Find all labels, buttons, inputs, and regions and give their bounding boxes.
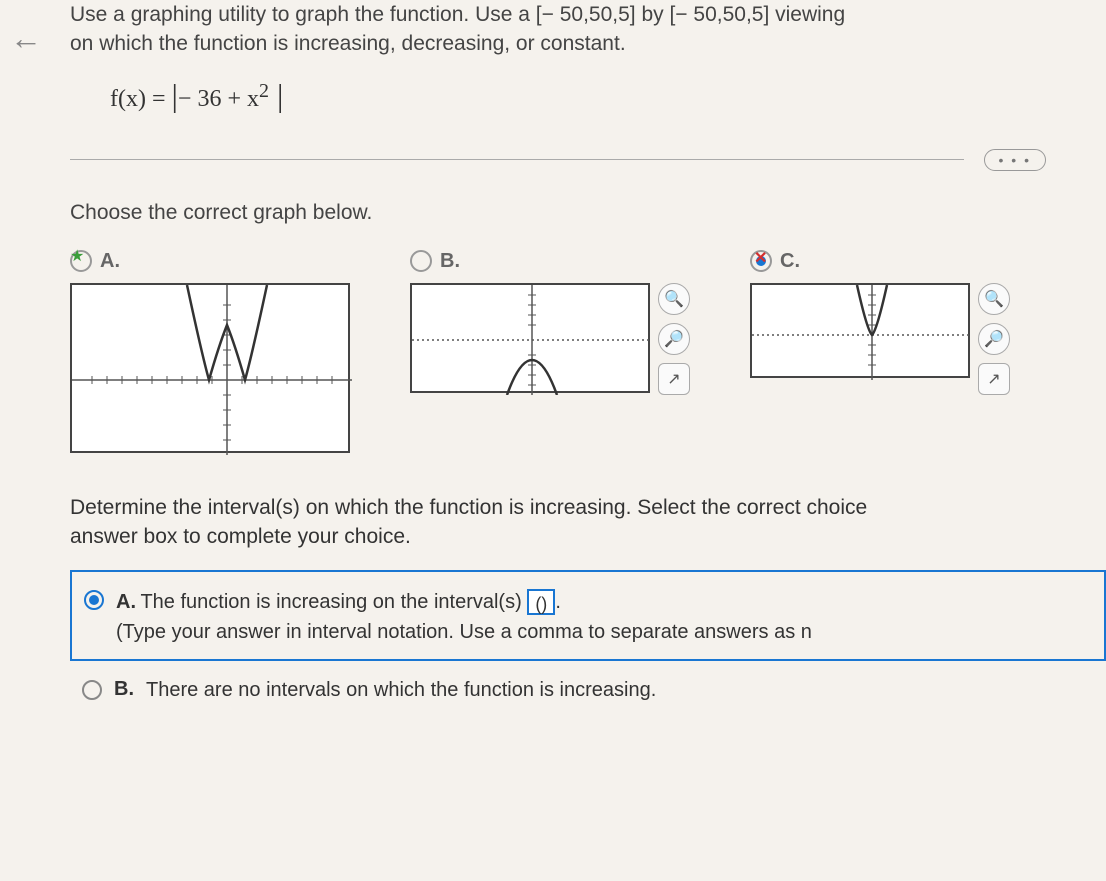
radio-c[interactable]: ✕ xyxy=(750,250,772,272)
choice-b-row[interactable]: B. There are no intervals on which the f… xyxy=(70,675,1106,705)
radio-a[interactable]: ★ xyxy=(70,250,92,272)
choice-a-text-post: . xyxy=(555,591,561,613)
divider: • • • xyxy=(70,149,1106,171)
radio-choice-a[interactable] xyxy=(84,590,104,610)
choice-a-text-pre: The function is increasing on the interv… xyxy=(140,591,527,613)
x-icon: ✕ xyxy=(754,248,767,268)
choice-a-row[interactable]: A. The function is increasing on the int… xyxy=(84,587,1092,644)
choice-b-letter: B. xyxy=(114,678,134,701)
choice-a-container: A. The function is increasing on the int… xyxy=(70,570,1106,661)
choice-b-text: There are no intervals on which the func… xyxy=(146,675,656,705)
choice-a-letter: A. xyxy=(116,591,136,613)
choice-a-hint: (Type your answer in interval notation. … xyxy=(116,621,812,644)
graph-b-thumbnail[interactable] xyxy=(410,283,650,393)
popout-button-c[interactable]: ↗ xyxy=(978,363,1010,395)
zoom-in-button-c[interactable]: 🔍 xyxy=(978,283,1010,315)
arrow-left-icon: ← xyxy=(10,20,42,56)
problem-line2: on which the function is increasing, dec… xyxy=(70,32,626,55)
zoom-out-icon: 🔎 xyxy=(984,329,1004,349)
option-a-label: A. xyxy=(100,250,120,273)
problem-statement: Use a graphing utility to graph the func… xyxy=(70,0,1106,59)
graph-c-thumbnail[interactable] xyxy=(750,283,970,378)
zoom-in-icon: 🔍 xyxy=(984,289,1004,309)
graph-b-tools: 🔍 🔎 ↗ xyxy=(658,283,690,395)
zoom-out-button-c[interactable]: 🔎 xyxy=(978,323,1010,355)
option-b-label: B. xyxy=(440,250,460,273)
radio-choice-b[interactable] xyxy=(82,680,102,700)
star-icon: ★ xyxy=(70,246,84,266)
graph-options: ★ A. xyxy=(70,250,1106,453)
option-b: B. 🔍 🔎 ↗ xyxy=(410,250,690,453)
interval-input[interactable]: () xyxy=(527,589,555,615)
popout-icon: ↗ xyxy=(667,369,680,389)
graph-a-thumbnail[interactable] xyxy=(70,283,350,453)
eq-body: − 36 + x xyxy=(178,86,259,112)
ellipsis-icon: • • • xyxy=(999,152,1031,168)
graph-c-tools: 🔍 🔎 ↗ xyxy=(978,283,1010,395)
function-equation: f(x) = |− 36 + x2 | xyxy=(110,77,1106,114)
zoom-in-icon: 🔍 xyxy=(664,289,684,309)
popout-button[interactable]: ↗ xyxy=(658,363,690,395)
radio-b[interactable] xyxy=(410,250,432,272)
option-a: ★ A. xyxy=(70,250,350,453)
eq-prefix: f(x) = xyxy=(110,86,172,112)
zoom-out-button[interactable]: 🔎 xyxy=(658,323,690,355)
option-c-label: C. xyxy=(780,250,800,273)
interval-prompt: Determine the interval(s) on which the f… xyxy=(70,493,1106,552)
hr-line xyxy=(70,159,964,160)
problem-line1: Use a graphing utility to graph the func… xyxy=(70,3,845,26)
more-button[interactable]: • • • xyxy=(984,149,1046,171)
zoom-out-icon: 🔎 xyxy=(664,329,684,349)
back-button[interactable]: ← xyxy=(10,20,42,57)
graph-prompt: Choose the correct graph below. xyxy=(70,201,1106,225)
option-c: ✕ C. 🔍 xyxy=(750,250,1010,453)
eq-exponent: 2 xyxy=(259,80,269,102)
prompt2-line2: answer box to complete your choice. xyxy=(70,525,411,548)
zoom-in-button[interactable]: 🔍 xyxy=(658,283,690,315)
popout-icon: ↗ xyxy=(987,369,1000,389)
prompt2-line1: Determine the interval(s) on which the f… xyxy=(70,496,867,519)
